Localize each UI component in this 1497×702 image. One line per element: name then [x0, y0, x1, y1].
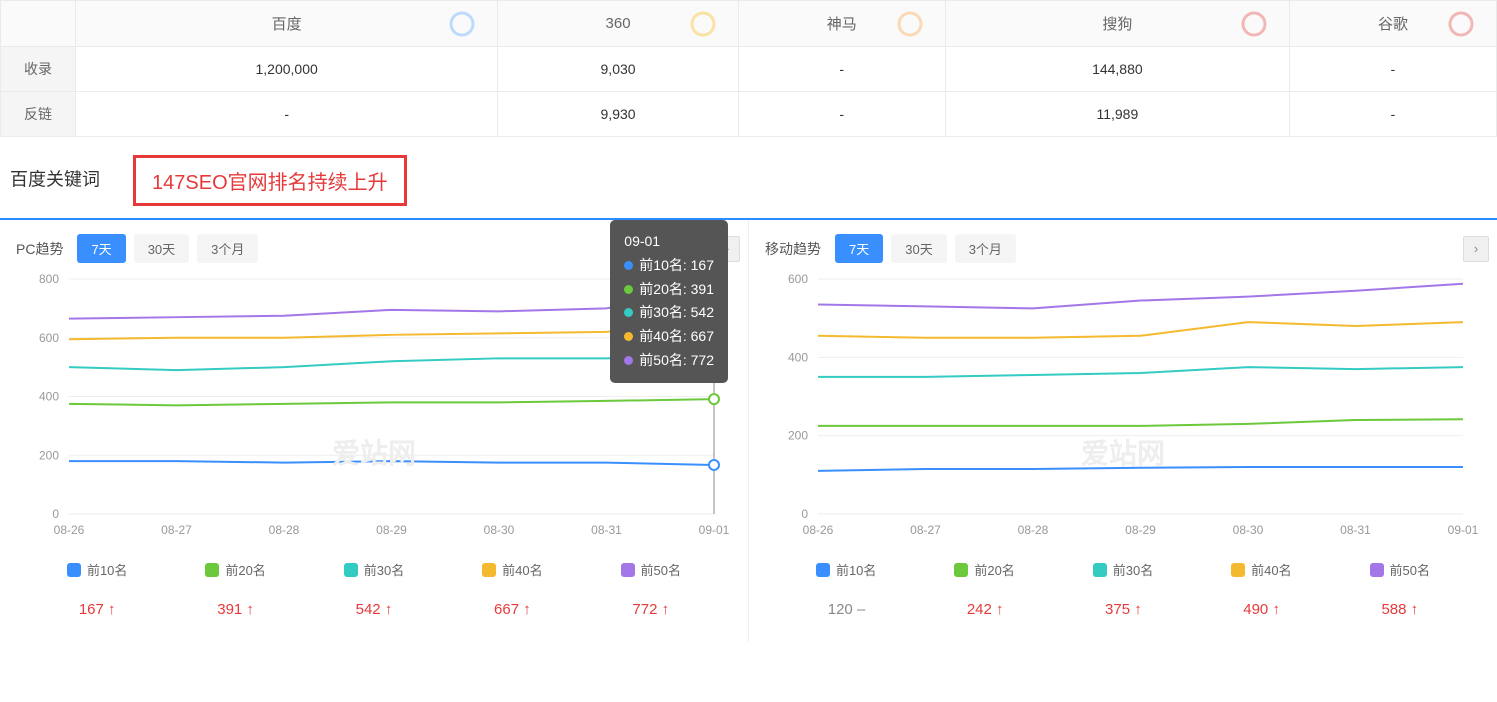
section-title-text: 百度关键词 — [10, 169, 100, 189]
svg-text:08-27: 08-27 — [161, 523, 192, 537]
engine-header[interactable]: 谷歌 — [1290, 1, 1497, 47]
mobile-chart-column: 移动趋势 7天 30天 3个月 › 爱站网 020040060008-2608-… — [748, 220, 1497, 642]
legend-item[interactable]: 前20名 — [205, 560, 265, 579]
section-title: 百度关键词 147SEO官网排名持续上升 — [0, 137, 1497, 218]
mb-controls: 移动趋势 7天 30天 3个月 › — [757, 234, 1489, 263]
stat-value: 242 ↑ — [967, 601, 1004, 618]
engine-header[interactable]: 神马 — [738, 1, 945, 47]
engine-header[interactable]: 360 — [498, 1, 738, 47]
stat-value: 391 ↑ — [217, 601, 254, 618]
engine-header[interactable]: 百度 — [76, 1, 498, 47]
legend-item[interactable]: 前40名 — [482, 560, 542, 579]
table-cell[interactable]: - — [1290, 47, 1497, 92]
legend-item[interactable]: 前50名 — [1370, 560, 1430, 579]
chart-tooltip: 09-01前10名: 167前20名: 391前30名: 542前40名: 66… — [610, 220, 728, 383]
svg-text:08-26: 08-26 — [803, 523, 834, 537]
row-label: 反链 — [1, 92, 76, 137]
svg-text:08-30: 08-30 — [1233, 523, 1264, 537]
legend-item[interactable]: 前30名 — [344, 560, 404, 579]
svg-text:08-29: 08-29 — [1125, 523, 1156, 537]
stat-value: 667 ↑ — [494, 601, 531, 618]
highlight-banner: 147SEO官网排名持续上升 — [133, 155, 407, 206]
table-cell[interactable]: 11,989 — [945, 92, 1289, 137]
engine-header[interactable]: 搜狗 — [945, 1, 1289, 47]
row-label: 收录 — [1, 47, 76, 92]
svg-text:08-29: 08-29 — [376, 523, 407, 537]
blank-header — [1, 1, 76, 47]
svg-text:600: 600 — [788, 272, 808, 286]
pc-stats-row: 167 ↑ 391 ↑ 542 ↑ 667 ↑ 772 ↑ — [8, 587, 740, 632]
charts-row: PC趋势 7天 30天 3个月 › 09-01前10名: 167前20名: 39… — [0, 218, 1497, 642]
mb-chart-title: 移动趋势 — [765, 239, 821, 259]
table-cell[interactable]: 144,880 — [945, 47, 1289, 92]
legend-item[interactable]: 前10名 — [67, 560, 127, 579]
engine-icon — [1239, 9, 1269, 39]
legend-item[interactable]: 前20名 — [954, 560, 1014, 579]
mb-tab-3m[interactable]: 3个月 — [955, 234, 1016, 263]
svg-text:0: 0 — [52, 507, 59, 521]
engine-icon — [1446, 9, 1476, 39]
stat-value: 490 ↑ — [1243, 601, 1280, 618]
svg-text:08-31: 08-31 — [1340, 523, 1371, 537]
table-cell[interactable]: 1,200,000 — [76, 47, 498, 92]
pc-chart-title: PC趋势 — [16, 239, 63, 259]
svg-text:200: 200 — [39, 448, 59, 462]
svg-text:09-01: 09-01 — [699, 523, 730, 537]
svg-text:08-28: 08-28 — [1018, 523, 1049, 537]
svg-text:08-28: 08-28 — [269, 523, 300, 537]
stat-value: 120 – — [828, 601, 866, 618]
svg-text:400: 400 — [39, 390, 59, 404]
pc-chart-column: PC趋势 7天 30天 3个月 › 09-01前10名: 167前20名: 39… — [0, 220, 748, 642]
mb-next-icon[interactable]: › — [1463, 236, 1489, 262]
legend-item[interactable]: 前30名 — [1093, 560, 1153, 579]
pc-tab-3m[interactable]: 3个月 — [197, 234, 258, 263]
legend-item[interactable]: 前40名 — [1231, 560, 1291, 579]
stat-value: 542 ↑ — [356, 601, 393, 618]
table-cell[interactable]: - — [738, 47, 945, 92]
table-cell[interactable]: 9,030 — [498, 47, 738, 92]
svg-text:200: 200 — [788, 429, 808, 443]
engine-icon — [895, 9, 925, 39]
mb-tab-7d[interactable]: 7天 — [835, 234, 883, 263]
mb-legend: 前10名 前20名 前30名 前40名 前50名 — [757, 552, 1489, 587]
engine-icon — [447, 9, 477, 39]
svg-text:08-26: 08-26 — [54, 523, 85, 537]
svg-text:600: 600 — [39, 331, 59, 345]
engine-icon — [688, 9, 718, 39]
pc-tab-30d[interactable]: 30天 — [134, 234, 189, 263]
mb-tab-30d[interactable]: 30天 — [891, 234, 946, 263]
stat-value: 167 ↑ — [79, 601, 116, 618]
svg-text:09-01: 09-01 — [1448, 523, 1479, 537]
legend-item[interactable]: 前50名 — [621, 560, 681, 579]
table-cell[interactable]: - — [76, 92, 498, 137]
svg-text:400: 400 — [788, 350, 808, 364]
mb-line-chart: 0 200 400 600 08-26 08-27 08-28 08-29 08-30 08-31… — [757, 269, 1489, 549]
svg-text:08-30: 08-30 — [484, 523, 515, 537]
engines-table: 百度360神马搜狗谷歌 收录1,200,0009,030-144,880-反链-… — [0, 0, 1497, 137]
mb-stats-row: 120 – 242 ↑ 375 ↑ 490 ↑ 588 ↑ — [757, 587, 1489, 632]
legend-item[interactable]: 前10名 — [816, 560, 876, 579]
pc-tab-7d[interactable]: 7天 — [77, 234, 125, 263]
table-cell[interactable]: - — [1290, 92, 1497, 137]
stat-value: 375 ↑ — [1105, 601, 1142, 618]
table-cell[interactable]: 9,930 — [498, 92, 738, 137]
stat-value: 588 ↑ — [1381, 601, 1418, 618]
svg-text:800: 800 — [39, 272, 59, 286]
pc-legend: 前10名 前20名 前30名 前40名 前50名 — [8, 552, 740, 587]
svg-text:08-27: 08-27 — [910, 523, 941, 537]
stat-value: 772 ↑ — [632, 601, 669, 618]
table-cell[interactable]: - — [738, 92, 945, 137]
svg-text:08-31: 08-31 — [591, 523, 622, 537]
svg-text:0: 0 — [801, 507, 808, 521]
